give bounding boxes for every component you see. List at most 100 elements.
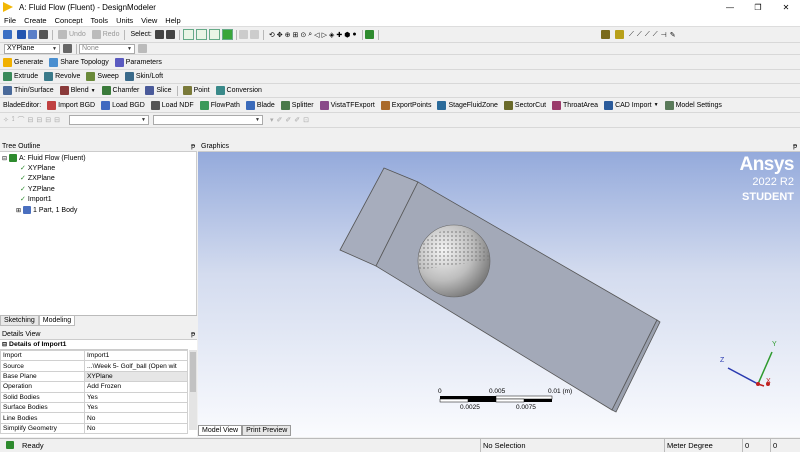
edge-direction-icon[interactable]: ⟋ xyxy=(637,31,642,39)
line-body-icon[interactable]: ⟋ xyxy=(645,31,650,39)
sketch-tool-4-icon[interactable]: ⊟ xyxy=(27,116,33,124)
details-row-value[interactable]: Add Frozen xyxy=(84,381,188,393)
sketch-tool-10-icon[interactable]: ✐ xyxy=(285,116,291,124)
conversion-button[interactable]: Conversion xyxy=(213,84,265,97)
load-bgd-button[interactable]: Load BGD xyxy=(98,98,148,112)
menu-view[interactable]: View xyxy=(137,16,161,25)
parameters-button[interactable]: Parameters xyxy=(112,56,165,69)
select-faces-icon[interactable] xyxy=(208,29,220,40)
rotate-icon[interactable]: ⟲ xyxy=(269,31,275,39)
ruler-icon[interactable]: ✎ xyxy=(670,31,676,39)
screenshot-icon[interactable] xyxy=(39,30,48,39)
details-row-value[interactable]: Import1 xyxy=(84,349,188,362)
select-bodies-icon[interactable] xyxy=(221,29,233,40)
cad-import-button[interactable]: CAD Import ▼ xyxy=(601,98,662,112)
minimize-button[interactable]: — xyxy=(716,0,744,14)
details-row[interactable]: Simplify Geometry No xyxy=(0,422,188,435)
load-ndf-button[interactable]: Load NDF xyxy=(148,98,197,112)
zoom-fit-icon[interactable]: ⊙ xyxy=(300,31,306,39)
pin-icon[interactable]: ⊣ xyxy=(661,31,667,39)
menu-file[interactable]: File xyxy=(0,16,20,25)
details-row-value[interactable]: No xyxy=(84,412,188,424)
sketch-tool-8-icon[interactable]: ▾ xyxy=(270,116,274,124)
restore-button[interactable]: ❐ xyxy=(744,0,772,14)
tab-sketching[interactable]: Sketching xyxy=(0,316,39,326)
details-pin-icon[interactable]: ᵽ xyxy=(191,331,195,338)
menu-create[interactable]: Create xyxy=(20,16,51,25)
sketch-select[interactable]: None ▼ xyxy=(79,43,135,54)
tree-item-import1[interactable]: ✓ Import1 xyxy=(20,194,52,204)
select-points-icon[interactable] xyxy=(182,29,194,40)
share-topology-button[interactable]: Share Topology xyxy=(46,56,112,69)
model-settings-button[interactable]: Model Settings xyxy=(662,98,725,112)
details-row[interactable]: Source ...\Week 5- Golf_ball (Open wit xyxy=(0,360,188,372)
sketch-tool-1-icon[interactable]: ✧ xyxy=(3,116,9,124)
select-pointer-icon[interactable] xyxy=(154,30,164,39)
export-points-button[interactable]: ExportPoints xyxy=(378,98,435,112)
vertex-icon[interactable]: ⟋ xyxy=(629,31,634,39)
magnifier-icon[interactable]: ⌕ xyxy=(308,31,312,39)
tree-item-zxplane[interactable]: ✓ ZXPlane xyxy=(20,173,55,183)
point-button[interactable]: Point xyxy=(180,84,213,97)
extend-selection-icon[interactable] xyxy=(238,30,248,39)
zoom-icon[interactable]: ⊕ xyxy=(285,31,291,39)
details-row-value[interactable]: XYPlane xyxy=(84,370,188,383)
graphics-viewport[interactable]: Graphics ᵽ Ansys 2022 R2 STUDENT 0 0.005… xyxy=(198,142,800,437)
select-edges-icon[interactable] xyxy=(195,29,207,40)
tree-item-parts[interactable]: ⊞ 1 Part, 1 Body xyxy=(16,205,77,215)
expand-icon[interactable] xyxy=(249,30,259,39)
skin-loft-button[interactable]: Skin/Loft xyxy=(122,70,166,83)
new-sketch-icon[interactable] xyxy=(138,44,147,53)
shaded-icon[interactable] xyxy=(364,30,374,39)
blade-button[interactable]: Blade xyxy=(243,98,278,112)
revolve-button[interactable]: Revolve xyxy=(41,70,83,83)
splitter-button[interactable]: Splitter xyxy=(278,98,317,112)
stage-fluid-zone-button[interactable]: StageFluidZone xyxy=(434,98,500,112)
menu-help[interactable]: Help xyxy=(161,16,184,25)
plane-select[interactable]: XYPlane ▼ xyxy=(4,43,60,54)
redo-button[interactable]: Redo xyxy=(89,27,123,42)
box-zoom-icon[interactable]: ⊞ xyxy=(293,31,299,39)
menu-concept[interactable]: Concept xyxy=(51,16,87,25)
details-row-value[interactable]: Yes xyxy=(84,391,188,403)
sketch-value-select[interactable]: ▼ xyxy=(152,115,263,125)
new-plane-icon[interactable] xyxy=(63,44,72,53)
details-row[interactable]: Surface Bodies Yes xyxy=(0,401,188,414)
details-row[interactable]: Base Plane XYPlane xyxy=(0,370,188,383)
save-icon[interactable] xyxy=(17,30,26,39)
sketch-tool-12-icon[interactable]: ⊡ xyxy=(303,116,309,124)
sketch-tool-11-icon[interactable]: ✐ xyxy=(294,116,300,124)
menu-tools[interactable]: Tools xyxy=(87,16,113,25)
vistatf-export-button[interactable]: VistaTFExport xyxy=(317,98,378,112)
thin-surface-button[interactable]: Thin/Surface xyxy=(0,84,57,97)
extrude-button[interactable]: Extrude xyxy=(0,70,41,83)
sketch-tool-2-icon[interactable]: ⟟ xyxy=(12,116,15,124)
look-at-icon[interactable]: ⬢ xyxy=(344,31,350,39)
new-icon[interactable] xyxy=(3,30,12,39)
tab-print-preview[interactable]: Print Preview xyxy=(242,425,292,436)
select-mode-icon[interactable] xyxy=(165,30,175,39)
next-view-icon[interactable]: ▷ xyxy=(322,31,327,39)
tab-model-view[interactable]: Model View xyxy=(198,425,243,436)
details-row[interactable]: Operation Add Frozen xyxy=(0,381,188,393)
sketch-tool-7-icon[interactable]: ⊟ xyxy=(54,116,60,124)
details-row[interactable]: Import Import1 xyxy=(0,349,188,362)
generate-button[interactable]: Generate xyxy=(0,56,46,69)
sketch-tool-9-icon[interactable]: ✐ xyxy=(277,116,283,124)
import-bgd-button[interactable]: Import BGD xyxy=(44,98,98,112)
display-toolbox-icon[interactable] xyxy=(601,30,610,39)
menu-units[interactable]: Units xyxy=(112,16,137,25)
sketch-tool-6-icon[interactable]: ⊟ xyxy=(45,116,51,124)
details-scrollbar[interactable] xyxy=(189,350,197,430)
tree-item-root[interactable]: ⊟ A: Fluid Flow (Fluent) xyxy=(2,153,86,163)
blend-dropdown-icon[interactable]: ▼ xyxy=(91,88,96,94)
display-edge-icon[interactable] xyxy=(615,30,624,39)
collapse-icon[interactable]: ⊟ xyxy=(2,155,7,162)
tree-item-yzplane[interactable]: ✓ YZPlane xyxy=(20,184,55,194)
sketch-tool-3-icon[interactable]: ⌒ xyxy=(17,115,24,125)
tab-modeling[interactable]: Modeling xyxy=(38,316,76,326)
iso-view-icon[interactable]: ◈ xyxy=(329,31,334,39)
pan-icon[interactable]: ✥ xyxy=(277,31,283,39)
undo-button[interactable]: Undo xyxy=(55,27,89,42)
details-row-value[interactable]: Yes xyxy=(84,401,188,414)
